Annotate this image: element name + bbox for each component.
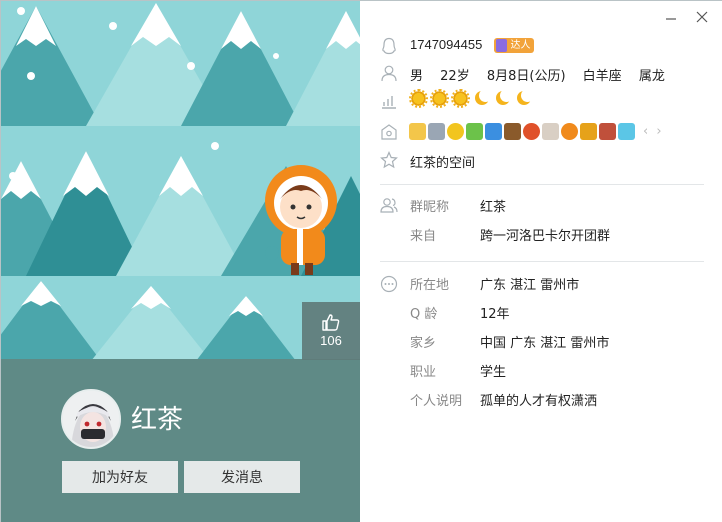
game-badge-icon[interactable] [599,123,616,140]
group-from-label: 来自 [410,229,437,244]
job-value: 学生 [480,365,507,380]
job-label: 职业 [410,365,437,380]
basic-info-row: 男 22岁 8月8日(公历) 白羊座 属龙 [410,65,678,84]
music-badge-icon[interactable] [561,123,578,140]
star-icon [380,151,398,169]
pet-badge-icon[interactable] [523,123,540,140]
hometown-value: 中国 广东 湛江 雷州市 [480,336,610,351]
like-button[interactable]: 106 [302,302,360,360]
farm-badge-icon[interactable] [504,123,521,140]
nickname: 红茶 [131,405,184,435]
minimize-icon[interactable] [663,11,679,27]
profile-window: 106 红茶 加为好友 发消息 1747094455 达人 男 22岁 8月8日… [0,0,722,522]
close-icon[interactable] [694,11,710,27]
person-icon [381,65,397,82]
divider [380,184,704,185]
qage-label: Q 龄 [410,307,438,322]
group-from-value[interactable]: 跨一河洛巴卡尔开团群 [480,225,610,244]
qage-value: 12年 [480,307,510,322]
thumbs-up-icon [322,314,340,331]
bio-label: 个人说明 [410,394,463,409]
divider [380,261,704,262]
cow-badge-icon[interactable] [542,123,559,140]
avatar[interactable] [61,389,121,449]
location-value: 广东 湛江 雷州市 [480,278,580,293]
profile-details: 1747094455 达人 男 22岁 8月8日(公历) 白羊座 属龙 ‹ › … [360,1,722,522]
level-moon-icon [494,89,513,107]
qq-number: 1747094455 [410,37,483,52]
qq-number-row: 1747094455 达人 [410,37,535,53]
gender: 男 [410,69,424,84]
profile-band [1,359,360,522]
add-friend-button[interactable]: 加为好友 [62,461,178,493]
bio-value: 孤单的人才有权潇洒 [480,394,598,409]
constellation: 白羊座 [582,69,622,84]
like-count: 106 [320,333,342,348]
level-chart-icon [382,96,396,109]
lock-badge-icon[interactable] [580,123,597,140]
service-badges: ‹ › [409,123,664,140]
qq-level[interactable] [409,89,534,108]
birthday: 8月8日(公历) [486,69,566,84]
age: 22岁 [440,69,470,84]
group-nick-value: 红茶 [480,200,507,215]
star-badge-icon[interactable] [447,123,464,140]
vip-badge-icon[interactable] [409,123,426,140]
qzone-link[interactable]: 红茶的空间 [410,152,475,171]
app-badge-icon[interactable] [466,123,483,140]
location-label: 所在地 [410,278,450,293]
level-moon-icon [473,89,492,107]
level-sun-icon [430,89,449,108]
profile-card-left: 106 红茶 加为好友 发消息 [1,1,360,522]
more-info-icon [380,275,398,293]
home-badge-icon [381,124,397,140]
badge-scroll-arrows-icon[interactable]: ‹ › [643,124,664,139]
group-nick-label: 群昵称 [410,200,450,215]
penguin-icon [382,37,396,55]
zodiac: 属龙 [638,69,665,84]
level-moon-icon [515,89,534,107]
send-message-button[interactable]: 发消息 [184,461,300,493]
gem-badge-icon[interactable] [618,123,635,140]
daren-badge[interactable]: 达人 [494,38,535,53]
hometown-label: 家乡 [410,336,437,351]
diamond-badge-icon[interactable] [428,123,445,140]
camera-badge-icon[interactable] [485,123,502,140]
level-sun-icon [409,89,428,108]
level-sun-icon [451,89,470,108]
group-icon [380,198,398,213]
